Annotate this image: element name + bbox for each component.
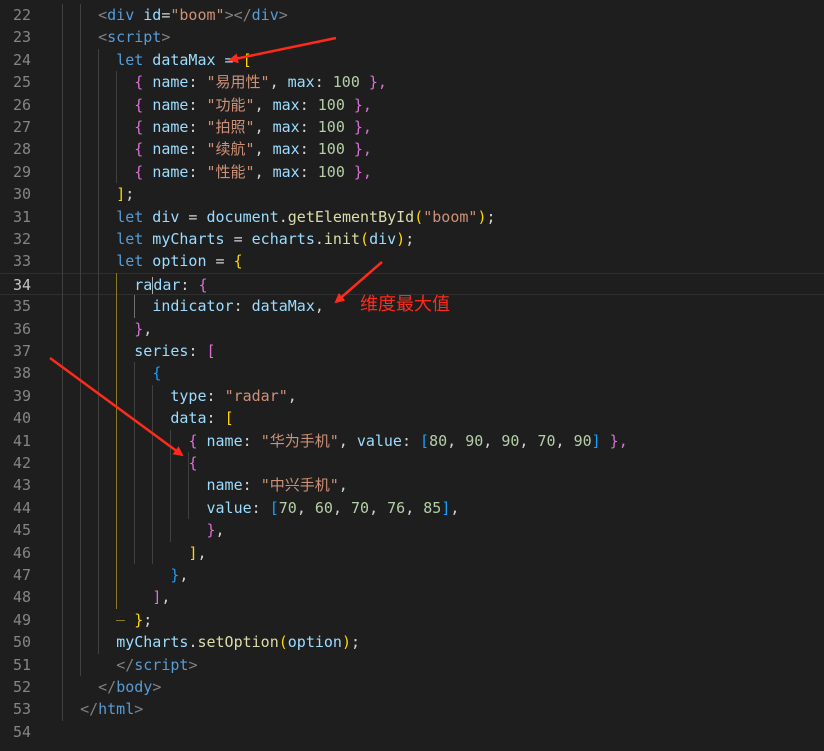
arrow-to-data-items	[49, 356, 184, 457]
arrow-to-datamax	[228, 36, 337, 64]
arrow-to-indicator	[334, 261, 383, 304]
annotation-arrows	[49, 36, 383, 457]
